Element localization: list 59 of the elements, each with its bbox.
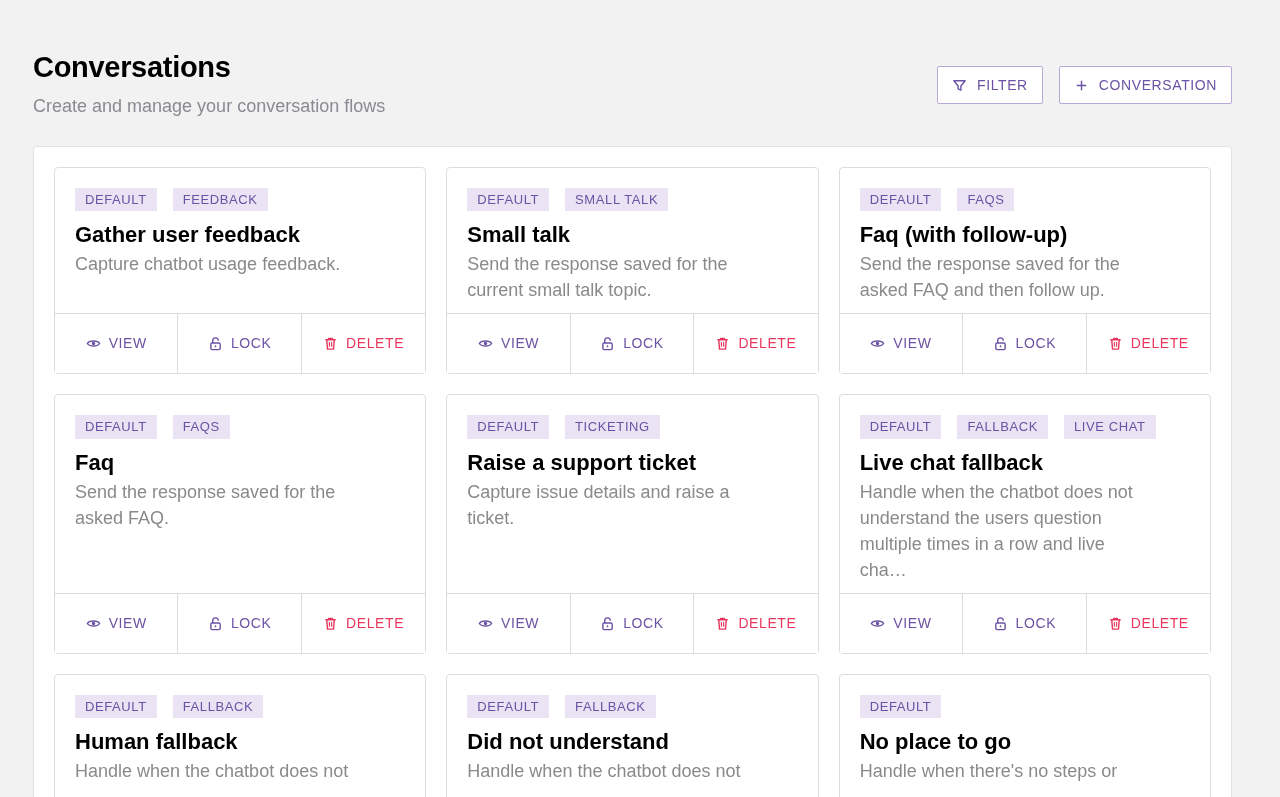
tag: FAQS [172,415,230,439]
padlock-icon [207,336,223,352]
tag: FALLBACK [172,694,264,719]
trash-icon [715,336,731,352]
view-button[interactable]: VIEW [839,314,964,374]
tag: DEFAULT [75,187,157,212]
card-description: Capture chatbot usage feedback. [75,253,342,277]
tag: SMALL TALK [565,187,669,212]
card-title: Raise a support ticket [467,448,697,477]
card-title: Live chat fallback [859,448,1045,477]
tag: DEFAULT [859,415,942,439]
card-description: Send the response saved for the current small talk topic. [467,253,729,303]
tag: FALLBACK [565,694,656,719]
card-title: Gather user feedback [75,221,301,250]
trash-icon [715,615,731,631]
funnel-icon [952,77,967,93]
card-title: Did not understand [467,728,670,757]
view-button[interactable]: VIEW [55,314,179,374]
trash-icon [323,336,339,352]
card-description: Send the response saved for the asked FAQ and then follow up. [859,253,1121,303]
tag: LIVE CHAT [1063,415,1156,439]
tag: FALLBACK [957,415,1048,439]
tag: FEEDBACK [172,187,268,212]
tag: DEFAULT [467,187,550,212]
trash-icon [323,615,339,631]
card-description: Send the response saved for the asked FAQ. [75,480,337,530]
view-button[interactable]: VIEW [55,593,179,653]
card-title: Faq (with follow-up) [859,221,1069,250]
padlock-icon [600,615,616,631]
card-description: Handle when the chatbot does not understand the users question multiple times in a row and live cha… [859,480,1134,582]
view-button[interactable]: VIEW [447,593,571,653]
tag: DEFAULT [859,187,942,212]
tag: DEFAULT [75,694,157,719]
page-title: Conversations [33,50,232,85]
tag: DEFAULT [75,415,157,439]
padlock-icon [207,615,223,631]
trash-icon [1107,615,1123,631]
view-button[interactable]: VIEW [839,593,964,653]
tag: DEFAULT [467,694,550,719]
card-description: Handle when there's no steps or [859,760,1119,784]
tag: DEFAULT [859,694,942,719]
card-title: No place to go [859,728,1013,757]
card-description: Handle when the chatbot does not [467,760,742,784]
card-title: Human fallback [75,728,239,757]
filter-button[interactable]: FILTER [937,66,1043,104]
trash-icon [1107,336,1123,352]
card-title: Small talk [467,221,572,250]
tag: DEFAULT [467,415,550,439]
padlock-icon [600,336,616,352]
padlock-icon [992,336,1008,352]
card-title: Faq [75,448,116,477]
tag: TICKETING [565,415,660,439]
card-description: Capture issue details and raise a ticket. [467,480,731,530]
view-button[interactable]: VIEW [447,314,571,374]
add-conversation-button[interactable]: CONVERSATION [1058,66,1232,104]
page-subtitle: Create and manage your conversation flows [33,94,386,118]
padlock-icon [992,615,1008,631]
tag: FAQS [957,187,1015,212]
card-description: Handle when the chatbot does not [75,760,350,784]
